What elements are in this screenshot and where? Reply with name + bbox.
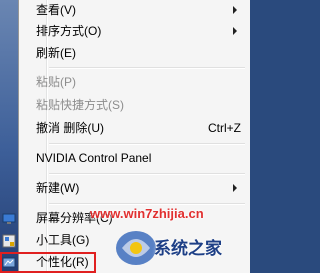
- menu-item-paste: 粘贴(P): [21, 72, 247, 92]
- menu-item-new[interactable]: 新建(W): [21, 178, 247, 198]
- menu-separator: [49, 143, 245, 145]
- menu-item-label: 排序方式(O): [36, 24, 102, 38]
- menu-item-refresh[interactable]: 刷新(E): [21, 43, 247, 63]
- menu-item-label: 撤消 删除(U): [36, 121, 104, 135]
- shortcut-text: Ctrl+Z: [208, 121, 241, 135]
- menu-item-label: 小工具(G): [36, 233, 90, 247]
- watermark-url: www.win7zhijia.cn: [90, 206, 204, 221]
- menu-item-undo-delete[interactable]: 撤消 删除(U) Ctrl+Z: [21, 118, 247, 138]
- menu-separator: [49, 67, 245, 69]
- menu-separator: [49, 203, 245, 205]
- menu-item-label: 新建(W): [36, 181, 80, 195]
- display-icon: [2, 213, 16, 224]
- menu-item-label: NVIDIA Control Panel: [36, 151, 152, 165]
- menu-item-label: 刷新(E): [36, 46, 76, 60]
- watermark-brand: 系统之家: [154, 239, 222, 259]
- menu-separator: [49, 173, 245, 175]
- desktop-background: [0, 0, 18, 273]
- menu-item-label: 查看(V): [36, 3, 76, 17]
- highlight-annotation: [0, 252, 96, 273]
- submenu-arrow-icon: [233, 184, 237, 192]
- menu-item-paste-shortcut: 粘贴快捷方式(S): [21, 95, 247, 115]
- menu-item-sort-by[interactable]: 排序方式(O): [21, 21, 247, 41]
- menu-item-view[interactable]: 查看(V): [21, 0, 247, 20]
- menu-item-label: 粘贴(P): [36, 75, 76, 89]
- gadget-icon: [2, 234, 16, 248]
- submenu-arrow-icon: [233, 27, 237, 35]
- menu-item-nvidia-control-panel[interactable]: NVIDIA Control Panel: [21, 148, 247, 168]
- menu-item-label: 粘贴快捷方式(S): [36, 98, 124, 112]
- submenu-arrow-icon: [233, 6, 237, 14]
